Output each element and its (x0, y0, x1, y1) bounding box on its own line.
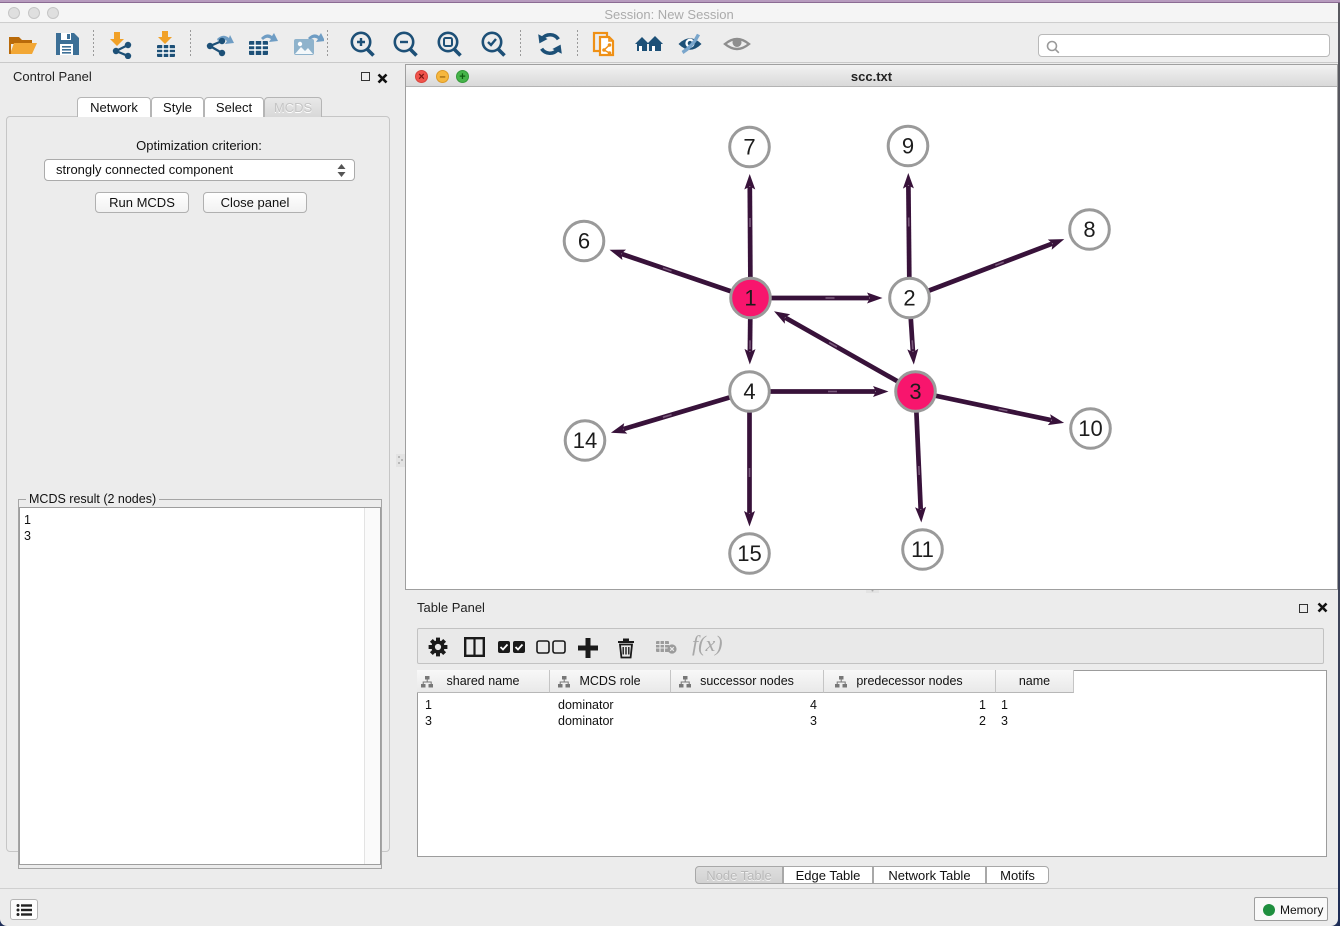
svg-text:1: 1 (744, 285, 756, 310)
svg-text:8: 8 (1083, 217, 1095, 242)
svg-text:3: 3 (909, 379, 921, 404)
svg-text:11: 11 (911, 537, 934, 562)
svg-text:2: 2 (903, 285, 915, 310)
svg-text:15: 15 (737, 541, 761, 566)
svg-text:7: 7 (743, 134, 755, 159)
svg-text:10: 10 (1078, 416, 1102, 441)
svg-text:6: 6 (578, 228, 590, 253)
svg-text:9: 9 (902, 133, 914, 158)
svg-text:4: 4 (743, 379, 755, 404)
svg-text:14: 14 (573, 428, 597, 453)
